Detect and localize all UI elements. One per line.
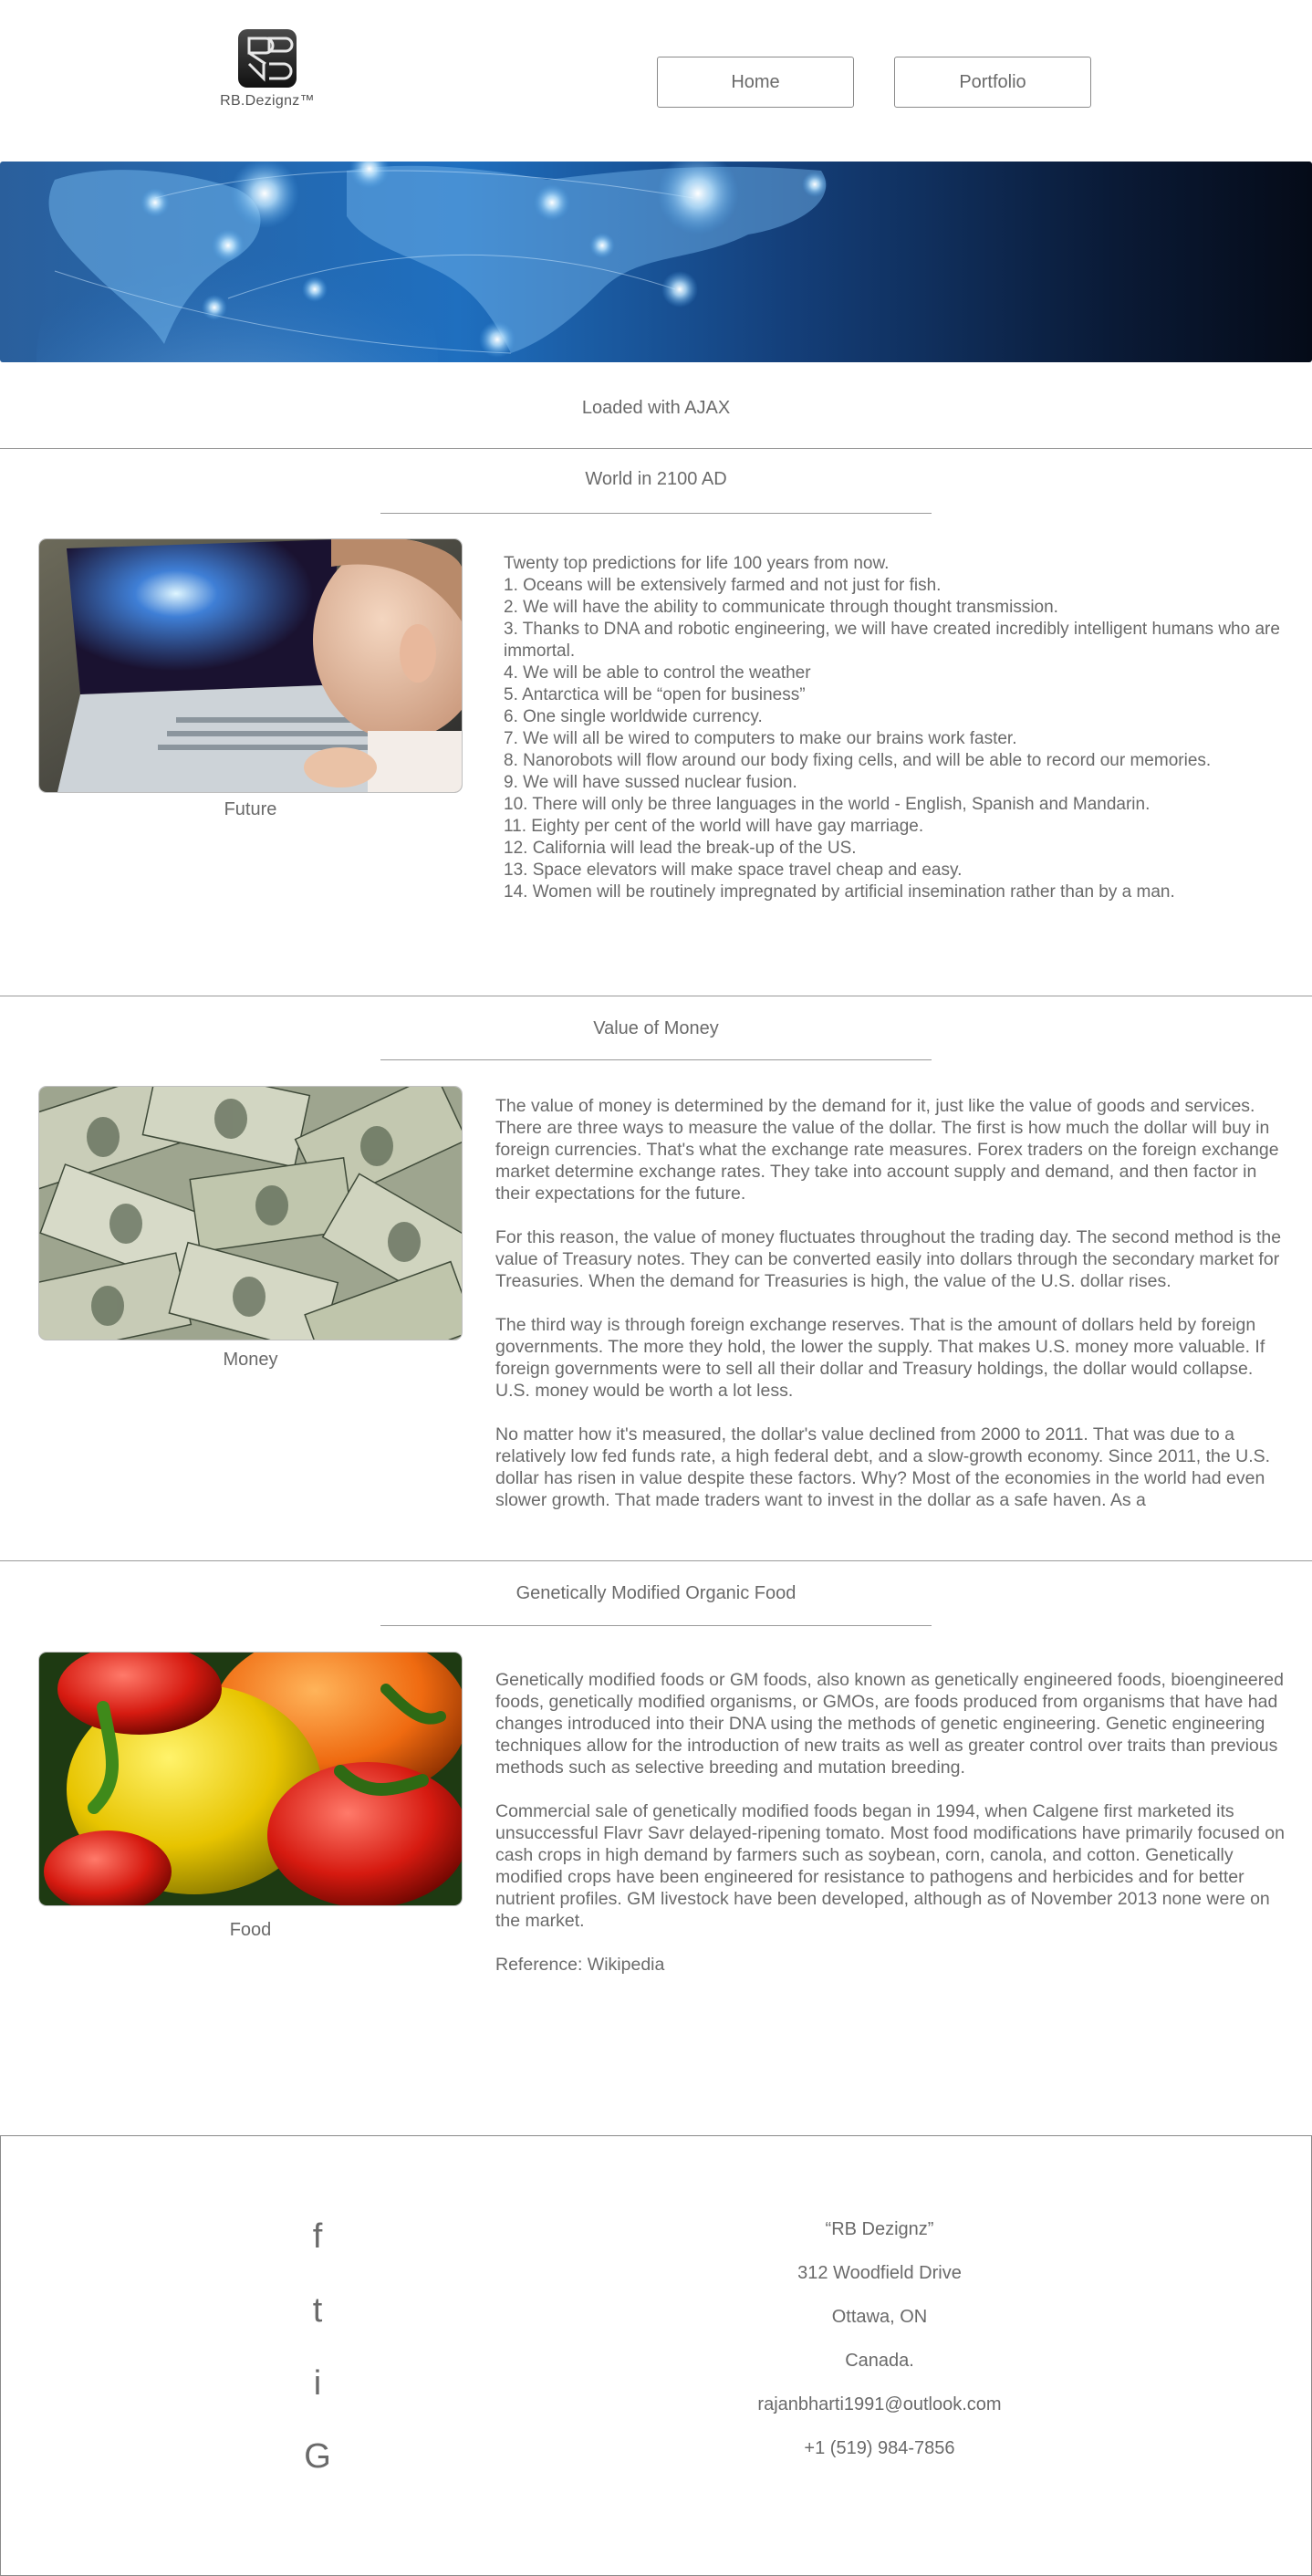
- section-title-underline: [380, 1625, 932, 1626]
- list-item: 7. We will all be wired to computers to …: [504, 729, 1017, 748]
- logo[interactable]: RB.Dezignz™: [217, 27, 318, 122]
- future-photo: [39, 539, 462, 792]
- google-plus-icon[interactable]: G: [290, 2437, 345, 2477]
- section-divider: [0, 448, 1312, 449]
- contact-country: Canada.: [845, 2351, 914, 2371]
- section-title-underline: [380, 1059, 932, 1060]
- food-photo: [39, 1653, 462, 1905]
- article-paragraph: For this reason, the value of money fluc…: [495, 1227, 1282, 1291]
- list-item: 2. We will have the ability to communica…: [504, 598, 1058, 617]
- section-title-underline: [380, 513, 932, 514]
- hero-banner-image: [0, 162, 1312, 362]
- section-title-world-2100: World in 2100 AD: [585, 469, 727, 489]
- list-item: 5. Antarctica will be “open for business…: [504, 685, 806, 704]
- list-item: 9. We will have sussed nuclear fusion.: [504, 773, 797, 792]
- logo-mark-icon: [238, 29, 297, 88]
- list-item: 11. Eighty per cent of the world will ha…: [504, 817, 924, 836]
- instagram-icon[interactable]: i: [290, 2364, 345, 2404]
- gmo-article: Genetically modified foods or GM foods, …: [495, 1669, 1289, 1997]
- list-item: 1. Oceans will be extensively farmed and…: [504, 576, 942, 595]
- contact-company: “RB Dezignz”: [825, 2219, 934, 2239]
- nav-home-button[interactable]: Home: [657, 57, 854, 108]
- section-title-value-of-money: Value of Money: [593, 1018, 719, 1038]
- article-reference: Reference: Wikipedia: [495, 1955, 665, 1975]
- list-item: 4. We will be able to control the weathe…: [504, 663, 811, 683]
- twitter-icon[interactable]: t: [290, 2291, 345, 2331]
- list-item: 3. Thanks to DNA and robotic engineering…: [504, 620, 1280, 661]
- contact-street: 312 Woodfield Drive: [797, 2263, 962, 2283]
- list-item: 12. California will lead the break-up of…: [504, 839, 857, 858]
- ajax-status-label: Loaded with AJAX: [581, 398, 731, 418]
- money-photo: [39, 1087, 462, 1340]
- list-item: 10. There will only be three languages i…: [504, 795, 1151, 814]
- list-item: 6. One single worldwide currency.: [504, 707, 763, 726]
- article-paragraph: The value of money is determined by the …: [495, 1096, 1279, 1204]
- list-item: 14. Women will be routinely impregnated …: [504, 882, 1175, 902]
- logo-text: RB.Dezignz™: [220, 93, 315, 109]
- article-paragraph: The third way is through foreign exchang…: [495, 1315, 1265, 1401]
- predictions-intro: Twenty top predictions for life 100 year…: [504, 554, 890, 573]
- contact-phone: +1 (519) 984-7856: [804, 2438, 955, 2458]
- money-article: The value of money is determined by the …: [495, 1095, 1289, 1511]
- list-item: 13. Space elevators will make space trav…: [504, 860, 963, 880]
- food-caption: Food: [229, 1920, 272, 1940]
- list-item: 8. Nanorobots will flow around our body …: [504, 751, 1212, 770]
- facebook-icon[interactable]: f: [290, 2217, 345, 2257]
- contact-email-link[interactable]: rajanbharti1991@outlook.com: [630, 2394, 1130, 2415]
- contact-city: Ottawa, ON: [831, 2307, 928, 2327]
- future-caption: Future: [224, 799, 277, 819]
- money-caption: Money: [223, 1350, 278, 1370]
- section-divider: [0, 1560, 1312, 1561]
- section-title-gmo-food: Genetically Modified Organic Food: [515, 1583, 797, 1603]
- nav-portfolio-button[interactable]: Portfolio: [894, 57, 1091, 108]
- predictions-list: Twenty top predictions for life 100 year…: [504, 553, 1288, 903]
- article-paragraph: Commercial sale of genetically modified …: [495, 1801, 1285, 1931]
- article-paragraph: No matter how it's measured, the dollar'…: [495, 1424, 1271, 1510]
- article-paragraph: Genetically modified foods or GM foods, …: [495, 1670, 1284, 1778]
